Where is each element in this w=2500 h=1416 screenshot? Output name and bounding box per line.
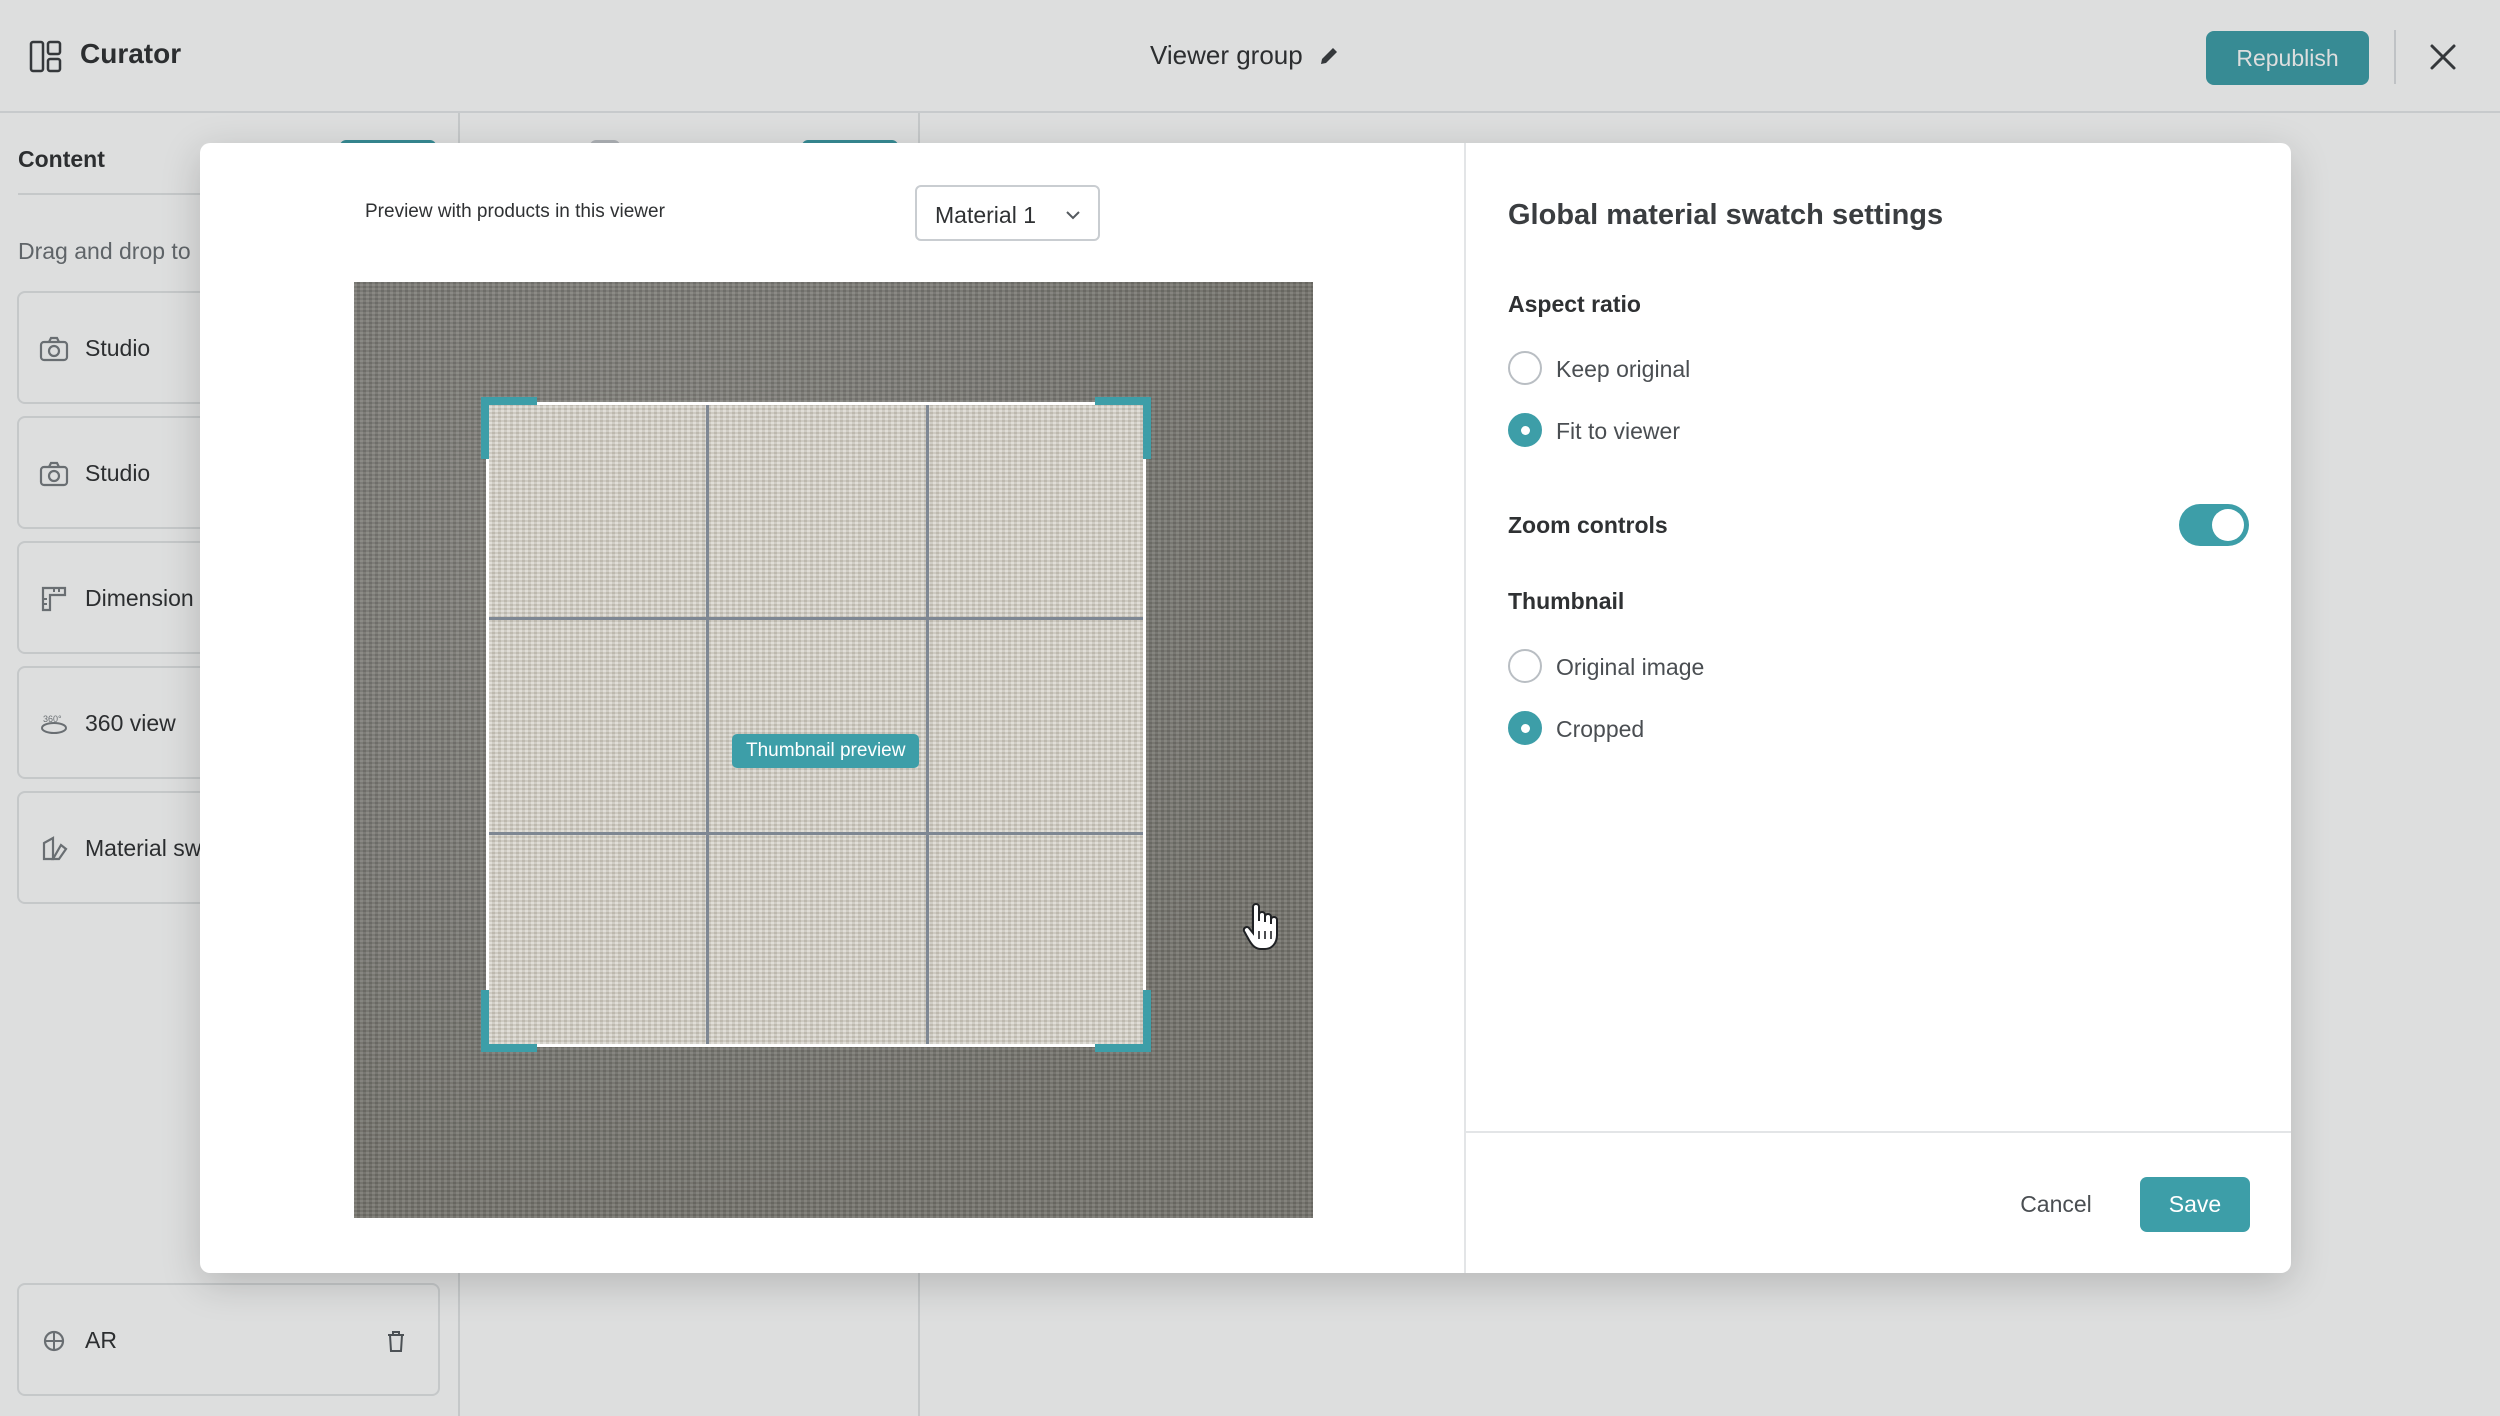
hand-cursor-icon	[1242, 903, 1278, 950]
material-select[interactable]: Material 1	[915, 185, 1100, 241]
radio-button[interactable]	[1508, 413, 1542, 447]
radio-button[interactable]	[1508, 351, 1542, 385]
save-button[interactable]: Save	[2140, 1177, 2250, 1232]
crop-handle-top-right[interactable]	[1095, 397, 1151, 459]
divider	[1466, 1131, 2291, 1133]
thumbnail-preview-tag: Thumbnail preview	[732, 734, 920, 768]
grid-line	[489, 617, 1143, 620]
thumbnail-label: Thumbnail	[1508, 588, 1625, 614]
material-swatch-image: Thumbnail preview	[354, 282, 1313, 1218]
material-select-value: Material 1	[935, 202, 1036, 228]
radio-label: Cropped	[1556, 716, 1645, 742]
zoom-controls-toggle[interactable]	[2179, 504, 2249, 546]
chevron-down-icon	[1066, 211, 1080, 220]
cancel-button[interactable]: Cancel	[2006, 1177, 2106, 1231]
radio-button[interactable]	[1508, 711, 1542, 745]
grid-line	[926, 405, 929, 1044]
radio-label: Original image	[1556, 654, 1705, 680]
radio-button[interactable]	[1508, 649, 1542, 683]
preview-pane: Preview with products in this viewer Mat…	[200, 143, 1464, 1273]
material-swatch-settings-modal: Preview with products in this viewer Mat…	[200, 143, 2291, 1273]
grid-line	[706, 405, 709, 1044]
settings-pane: Global material swatch settings Aspect r…	[1464, 143, 2291, 1273]
crop-area[interactable]: Thumbnail preview	[481, 397, 1151, 1052]
settings-title: Global material swatch settings	[1508, 199, 1944, 231]
crop-handle-top-left[interactable]	[481, 397, 537, 459]
crop-handle-bottom-left[interactable]	[481, 990, 537, 1052]
radio-label: Fit to viewer	[1556, 418, 1680, 444]
grid-line	[489, 832, 1143, 835]
radio-label: Keep original	[1556, 356, 1691, 382]
aspect-ratio-label: Aspect ratio	[1508, 291, 1641, 317]
crop-handle-bottom-right[interactable]	[1095, 990, 1151, 1052]
preview-label: Preview with products in this viewer	[365, 201, 665, 222]
zoom-controls-label: Zoom controls	[1508, 512, 1668, 538]
